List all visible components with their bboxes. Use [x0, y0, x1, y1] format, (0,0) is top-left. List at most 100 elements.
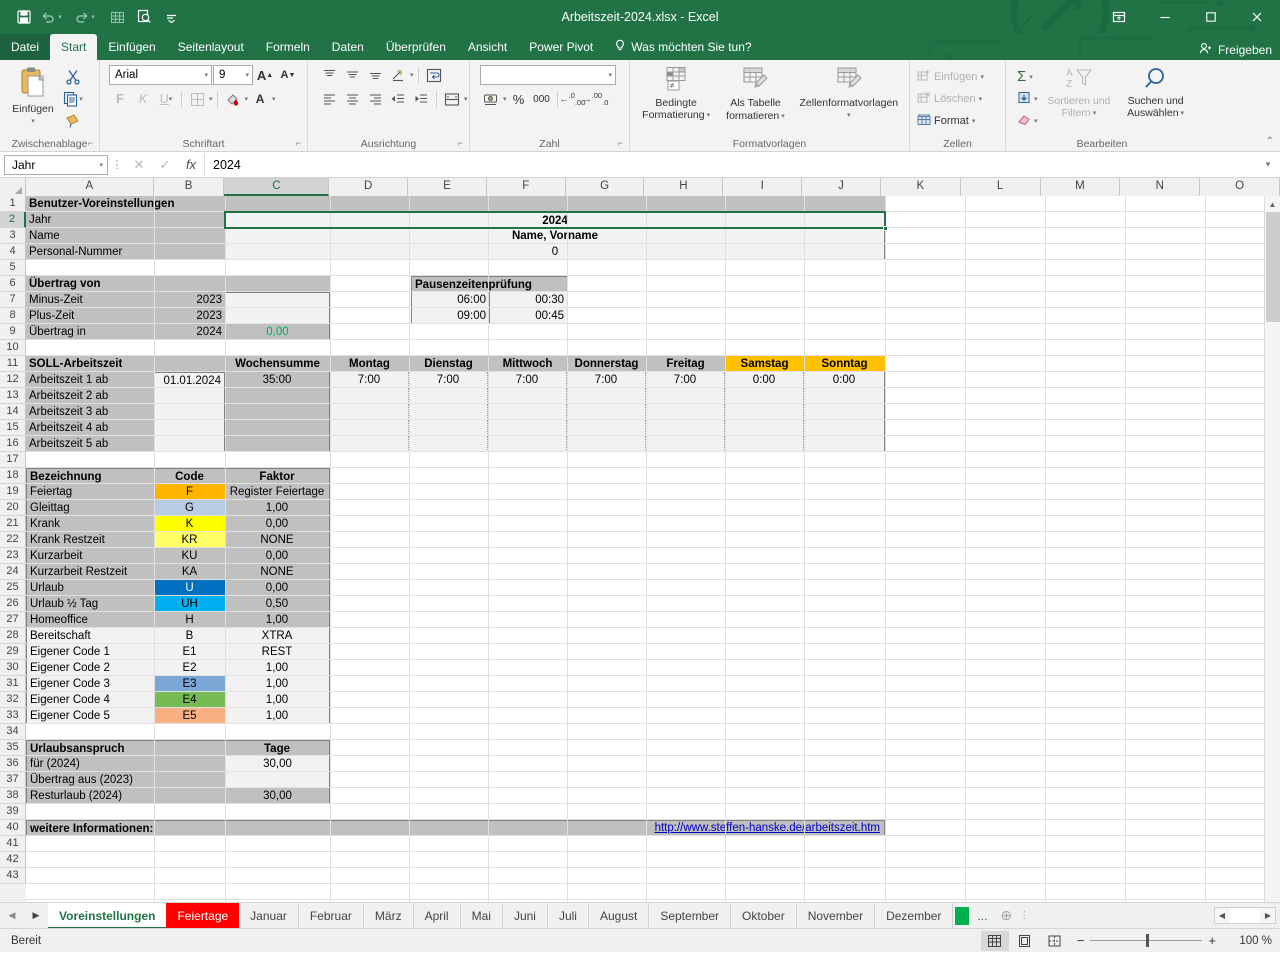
- row-header-41[interactable]: 41: [0, 836, 26, 852]
- cell-D12-arbeitszeit1-montag[interactable]: 7:00: [330, 372, 409, 388]
- hscroll-right-icon[interactable]: ▶: [1261, 911, 1275, 920]
- column-header-J[interactable]: J: [802, 178, 881, 196]
- vertical-scroll-thumb[interactable]: [1266, 212, 1280, 322]
- code-name-cell[interactable]: Homeoffice: [26, 612, 154, 628]
- code-name-cell[interactable]: Kurzarbeit: [26, 548, 154, 564]
- sheet-tab-august[interactable]: August: [589, 903, 650, 928]
- font-size-combo[interactable]: 9 ▾: [213, 65, 253, 85]
- row-header-6[interactable]: 6: [0, 276, 26, 292]
- row-header-32[interactable]: 32: [0, 692, 26, 708]
- cell-J14[interactable]: [804, 404, 885, 420]
- row-header-24[interactable]: 24: [0, 564, 26, 580]
- expand-formula-bar-icon[interactable]: ▾: [1260, 159, 1276, 170]
- paste-button[interactable]: Einfügen ▾: [4, 63, 62, 127]
- formula-input[interactable]: 2024: [204, 153, 1260, 176]
- row-header-8[interactable]: 8: [0, 308, 26, 324]
- row-header-42[interactable]: 42: [0, 852, 26, 868]
- row-header-3[interactable]: 3: [0, 228, 26, 244]
- tab-split-handle[interactable]: ⋮: [1019, 910, 1029, 921]
- insert-function-icon[interactable]: fx: [178, 154, 204, 176]
- format-cells-dropdown-icon[interactable]: ▾: [972, 117, 976, 125]
- cell-I16[interactable]: [725, 436, 804, 452]
- maximize-icon[interactable]: [1188, 0, 1234, 34]
- minimize-icon[interactable]: [1142, 0, 1188, 34]
- cell-A38-vacation-rest-label[interactable]: Resturlaub (2024): [26, 788, 225, 804]
- scroll-up-icon[interactable]: ▲: [1265, 196, 1280, 212]
- cell-A37-vacation-carry-label[interactable]: Übertrag aus (2023): [26, 772, 225, 788]
- cell-F11-mittwoch-header[interactable]: Mittwoch: [488, 356, 567, 372]
- cell-J12-arbeitszeit1-sonntag[interactable]: 0:00: [804, 372, 885, 388]
- code-factor-cell[interactable]: NONE: [225, 564, 330, 580]
- page-layout-view-icon[interactable]: [1011, 931, 1039, 951]
- column-header-O[interactable]: O: [1200, 178, 1280, 196]
- row-header-37[interactable]: 37: [0, 772, 26, 788]
- formula-bar-grip[interactable]: ⋮: [108, 158, 126, 171]
- sheet-tab-feiertage[interactable]: Feiertage: [166, 903, 240, 928]
- cell-C37-vacation-carry-value[interactable]: [225, 772, 330, 788]
- font-size-chevron-down-icon[interactable]: ▾: [245, 71, 249, 79]
- print-preview-icon[interactable]: [132, 5, 156, 29]
- cell-A11-target-header[interactable]: SOLL-Arbeitszeit: [26, 356, 225, 372]
- column-header-H[interactable]: H: [644, 178, 724, 196]
- cell-H11-freitag-header[interactable]: Freitag: [646, 356, 725, 372]
- cell-H13[interactable]: [646, 388, 725, 404]
- cell-E7-break-from-1[interactable]: 06:00: [411, 292, 490, 308]
- fill-handle[interactable]: [883, 226, 888, 231]
- decrease-indent-icon[interactable]: [387, 89, 409, 110]
- cell-C38-vacation-rest-value[interactable]: 30,00: [225, 788, 330, 804]
- code-value-cell[interactable]: KR: [154, 532, 225, 548]
- row-header-5[interactable]: 5: [0, 260, 26, 276]
- code-name-cell[interactable]: Urlaub: [26, 580, 154, 596]
- zoom-out-button[interactable]: −: [1077, 933, 1085, 948]
- redo-icon[interactable]: ▾: [72, 5, 96, 29]
- clipboard-dialog-launcher[interactable]: ⌐: [88, 136, 93, 151]
- row-header-9[interactable]: 9: [0, 324, 26, 340]
- cell-E15[interactable]: [409, 420, 488, 436]
- row-header-20[interactable]: 20: [0, 500, 26, 516]
- sheet-tab-voreinstellungen[interactable]: Voreinstellungen: [48, 903, 167, 928]
- fill-color-icon[interactable]: [222, 89, 244, 110]
- code-value-cell[interactable]: UH: [154, 596, 225, 612]
- code-factor-cell[interactable]: 1,00: [225, 708, 330, 724]
- sheet-tabs-overflow[interactable]: ...: [971, 903, 993, 928]
- clear-dropdown-icon[interactable]: ▾: [1034, 117, 1038, 125]
- font-name-combo[interactable]: Arial ▾: [109, 65, 212, 85]
- cell-B13-arbeitszeit2-date[interactable]: [154, 388, 225, 404]
- copy-icon[interactable]: ▾: [62, 88, 84, 109]
- row-header-38[interactable]: 38: [0, 788, 26, 804]
- font-name-chevron-down-icon[interactable]: ▾: [204, 71, 208, 79]
- ribbon-display-options-icon[interactable]: [1096, 0, 1142, 34]
- currency-dropdown-icon[interactable]: ▾: [503, 95, 507, 103]
- align-top-icon[interactable]: [318, 65, 340, 86]
- code-name-cell[interactable]: Bereitschaft: [26, 628, 154, 644]
- code-value-cell[interactable]: E1: [154, 644, 225, 660]
- cell-C9-uebertrag-value[interactable]: 0,00: [225, 324, 330, 340]
- cell-A7-minuszeit-label[interactable]: Minus-Zeit: [26, 292, 154, 308]
- cell-I11-samstag-header[interactable]: Samstag: [725, 356, 804, 372]
- select-all-corner[interactable]: [0, 178, 26, 196]
- sheet-tab-green-chip[interactable]: [955, 906, 970, 925]
- cell-H16[interactable]: [646, 436, 725, 452]
- cell-F16[interactable]: [488, 436, 567, 452]
- cell-G14[interactable]: [567, 404, 646, 420]
- horizontal-scroll-thumb[interactable]: [1230, 908, 1260, 923]
- code-name-cell[interactable]: Feiertag: [26, 484, 154, 500]
- cell-G13[interactable]: [567, 388, 646, 404]
- code-value-cell[interactable]: H: [154, 612, 225, 628]
- column-header-C[interactable]: C: [224, 178, 330, 196]
- code-factor-cell[interactable]: 0,00: [225, 548, 330, 564]
- ribbon-tab-daten[interactable]: Daten: [321, 34, 375, 60]
- shrink-font-icon[interactable]: A ▼: [277, 65, 299, 86]
- row-header-29[interactable]: 29: [0, 644, 26, 660]
- code-factor-cell[interactable]: 1,00: [225, 660, 330, 676]
- cut-icon[interactable]: [62, 66, 84, 87]
- cell-A3-name-label[interactable]: Name: [26, 228, 225, 244]
- cell-H15[interactable]: [646, 420, 725, 436]
- cell-D11-montag-header[interactable]: Montag: [330, 356, 409, 372]
- cell-D16[interactable]: [330, 436, 409, 452]
- column-header-F[interactable]: F: [486, 178, 566, 196]
- code-value-cell[interactable]: KA: [154, 564, 225, 580]
- ribbon-tab-power-pivot[interactable]: Power Pivot: [518, 34, 604, 60]
- code-value-cell[interactable]: F: [154, 484, 225, 500]
- cell-F15[interactable]: [488, 420, 567, 436]
